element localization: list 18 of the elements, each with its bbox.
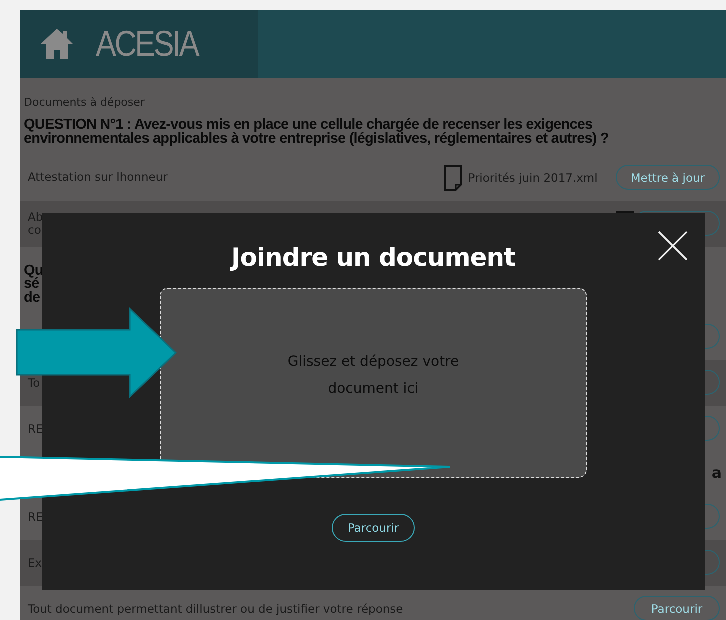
drop-zone-text: Glissez et déposez votre document ici bbox=[286, 353, 460, 399]
row-button[interactable]: Parcourir bbox=[634, 596, 720, 620]
home-icon[interactable] bbox=[40, 28, 74, 60]
app-logo-text: ACESIA bbox=[96, 23, 198, 65]
file-icon bbox=[444, 164, 462, 191]
close-icon[interactable] bbox=[658, 231, 688, 261]
file-name: Priorités juin 2017.xml bbox=[468, 170, 598, 185]
question-text: QUESTION N°1 : Avez-vous mis en place une cellule chargée de recenser les exigences environnementales applicables à votre entreprise (législatives, réglementaires et autres) ? bbox=[23, 119, 610, 147]
document-label: RE bbox=[28, 422, 44, 436]
question-text: a bbox=[712, 464, 722, 482]
section-heading: Documents à déposer bbox=[23, 96, 146, 109]
browse-button[interactable]: Parcourir bbox=[332, 514, 416, 542]
row-button[interactable]: Mettre à jour bbox=[616, 165, 720, 190]
document-label: RE bbox=[28, 510, 44, 524]
document-label: Attestation sur lhonneur bbox=[28, 171, 168, 184]
document-label: Tout document permettant dillustrer ou de justifier votre réponse bbox=[28, 602, 404, 616]
question-text: Qu sé de bbox=[23, 264, 44, 306]
modal-title: Joindre un document bbox=[232, 243, 516, 272]
